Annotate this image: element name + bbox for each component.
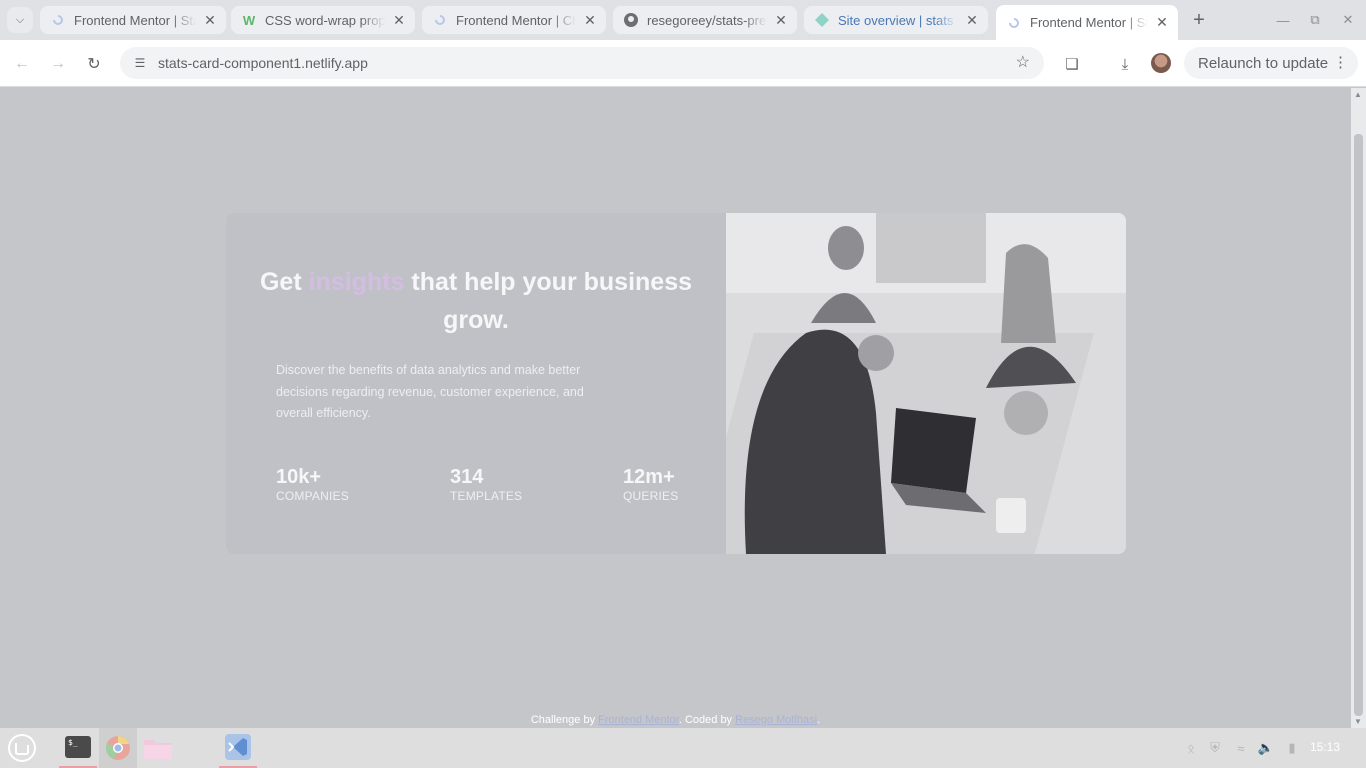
minimize-button[interactable]: —	[1273, 10, 1293, 30]
extensions-button[interactable]: ❏	[1060, 52, 1084, 76]
shield-icon[interactable]: ⛨	[1207, 740, 1223, 756]
restore-icon: ⧉	[1310, 12, 1320, 27]
frontend-mentor-link[interactable]: Frontend Mentor	[598, 714, 679, 726]
headline-suffix: that help your business grow.	[404, 268, 693, 334]
taskbar: $_ ᛟ ⛨ ≈ 🔈 ▮ 15:13	[0, 728, 1366, 768]
stat-value: 10k+	[276, 466, 322, 488]
battery-icon[interactable]: ▮	[1284, 740, 1300, 756]
taskbar-vscode[interactable]	[219, 728, 257, 768]
stat-templates: 314 TEMPLATES	[450, 465, 522, 503]
card-text-panel: Get insights that help your business gro…	[226, 213, 726, 554]
taskbar-chrome[interactable]	[99, 728, 137, 768]
close-icon: ✕	[1342, 12, 1354, 27]
frontend-mentor-icon	[432, 12, 448, 28]
back-button[interactable]: ←	[10, 52, 34, 76]
relaunch-label: Relaunch to update	[1198, 54, 1329, 72]
close-icon[interactable]: ✕	[582, 12, 598, 29]
clock[interactable]: 15:13	[1310, 740, 1340, 754]
new-tab-button[interactable]: +	[1187, 8, 1211, 32]
forward-button[interactable]: →	[46, 52, 70, 76]
card-headline: Get insights that help your business gro…	[226, 263, 726, 339]
taskbar-terminal[interactable]: $_	[59, 728, 97, 768]
stat-label: TEMPLATES	[450, 489, 523, 503]
url-text[interactable]: stats-card-component1.netlify.app	[158, 55, 368, 71]
tab-3[interactable]: Frontend Mentor | Challenges ✕	[422, 6, 606, 34]
relaunch-button[interactable]: Relaunch to update ⋮	[1184, 47, 1358, 79]
w3schools-icon: W	[242, 12, 256, 28]
office-team-photo	[726, 213, 1126, 554]
reload-button[interactable]: ↻	[82, 52, 106, 76]
profile-avatar[interactable]	[1151, 53, 1171, 73]
bluetooth-icon[interactable]: ᛟ	[1183, 740, 1199, 756]
puzzle-icon: ❏	[1065, 56, 1079, 73]
vscode-icon	[225, 734, 251, 760]
terminal-icon: $_	[65, 736, 91, 758]
close-icon[interactable]: ✕	[391, 12, 407, 29]
tab-title: CSS word-wrap property	[265, 12, 385, 28]
tab-title: Site overview | stats	[838, 12, 954, 28]
attribution-prefix: Challenge by	[530, 714, 599, 726]
minimize-icon: —	[1276, 12, 1290, 28]
stat-value: 12m+	[623, 466, 675, 488]
maximize-button[interactable]: ⧉	[1305, 10, 1325, 30]
tab-title: Frontend Mentor | Stats	[1030, 15, 1148, 30]
mint-logo-icon	[8, 734, 36, 762]
frontend-mentor-icon	[50, 12, 66, 28]
headline-accent: insights	[308, 268, 405, 296]
bookmark-star-icon[interactable]: ☆	[1016, 54, 1030, 72]
download-icon: ⤓	[1121, 55, 1129, 73]
reload-icon: ↻	[87, 56, 101, 73]
site-info-icon[interactable]: ☰	[122, 56, 158, 70]
tab-5[interactable]: Site overview | stats ✕	[804, 6, 988, 34]
close-icon[interactable]: ✕	[1154, 14, 1170, 31]
photo-illustration	[726, 213, 1126, 554]
card-description: Discover the benefits of data analytics …	[276, 363, 584, 420]
attribution-suffix: .	[817, 714, 821, 726]
stat-label: QUERIES	[623, 489, 679, 503]
tab-4[interactable]: resegoreey/stats-preview ✕	[613, 6, 797, 34]
address-bar[interactable]: ☰ stats-card-component1.netlify.app ☆	[120, 47, 1044, 79]
page-scrollbar[interactable]: ▲ ▼	[1351, 88, 1366, 728]
chrome-icon	[106, 736, 130, 760]
frontend-mentor-icon	[1006, 15, 1022, 31]
scroll-up-icon[interactable]: ▲	[1354, 90, 1362, 99]
tab-bar: ⌵ Frontend Mentor | Stats ✕ W CSS word-w…	[0, 0, 1366, 40]
tab-title: resegoreey/stats-preview	[647, 12, 767, 28]
tab-search-button[interactable]: ⌵	[7, 7, 33, 33]
taskbar-files[interactable]	[139, 728, 177, 768]
close-icon[interactable]: ✕	[964, 12, 980, 29]
scrollbar-thumb[interactable]	[1354, 134, 1363, 716]
close-icon[interactable]: ✕	[202, 12, 218, 29]
github-icon	[623, 12, 639, 28]
headline-prefix: Get	[259, 268, 309, 296]
stat-queries: 12m+ QUERIES	[623, 465, 678, 503]
plus-icon: +	[1193, 8, 1205, 31]
stat-label: COMPANIES	[276, 489, 349, 503]
close-window-button[interactable]: ✕	[1338, 10, 1358, 30]
attribution: Challenge by Frontend Mentor. Coded by R…	[0, 714, 1351, 726]
chevron-down-icon: ⌵	[15, 13, 25, 26]
menu-dots-icon[interactable]: ⋮	[1333, 53, 1348, 71]
tab-1[interactable]: Frontend Mentor | Stats ✕	[40, 6, 226, 34]
downloads-button[interactable]: ⤓	[1113, 52, 1137, 76]
start-menu-button[interactable]	[4, 728, 40, 768]
attribution-middle: . Coded by	[678, 714, 736, 726]
scroll-down-icon[interactable]: ▼	[1354, 717, 1362, 726]
arrow-left-icon: ←	[14, 55, 30, 72]
stat-companies: 10k+ COMPANIES	[276, 465, 349, 503]
wifi-icon[interactable]: ≈	[1233, 740, 1249, 756]
stat-value: 314	[450, 466, 484, 488]
volume-icon[interactable]: 🔈	[1258, 740, 1274, 756]
tab-title: Frontend Mentor | Stats	[74, 12, 196, 28]
tab-2[interactable]: W CSS word-wrap property ✕	[231, 6, 415, 34]
netlify-icon	[814, 12, 830, 28]
author-link[interactable]: Resego Motlhasi	[735, 714, 817, 726]
tab-6-active[interactable]: Frontend Mentor | Stats ✕	[996, 5, 1178, 40]
files-icon	[144, 740, 172, 759]
page-viewport: Get insights that help your business gro…	[0, 88, 1351, 728]
stats-card: Get insights that help your business gro…	[226, 213, 1126, 554]
tab-title: Frontend Mentor | Challenges	[456, 12, 576, 28]
arrow-right-icon: →	[50, 55, 66, 72]
close-icon[interactable]: ✕	[773, 12, 789, 29]
